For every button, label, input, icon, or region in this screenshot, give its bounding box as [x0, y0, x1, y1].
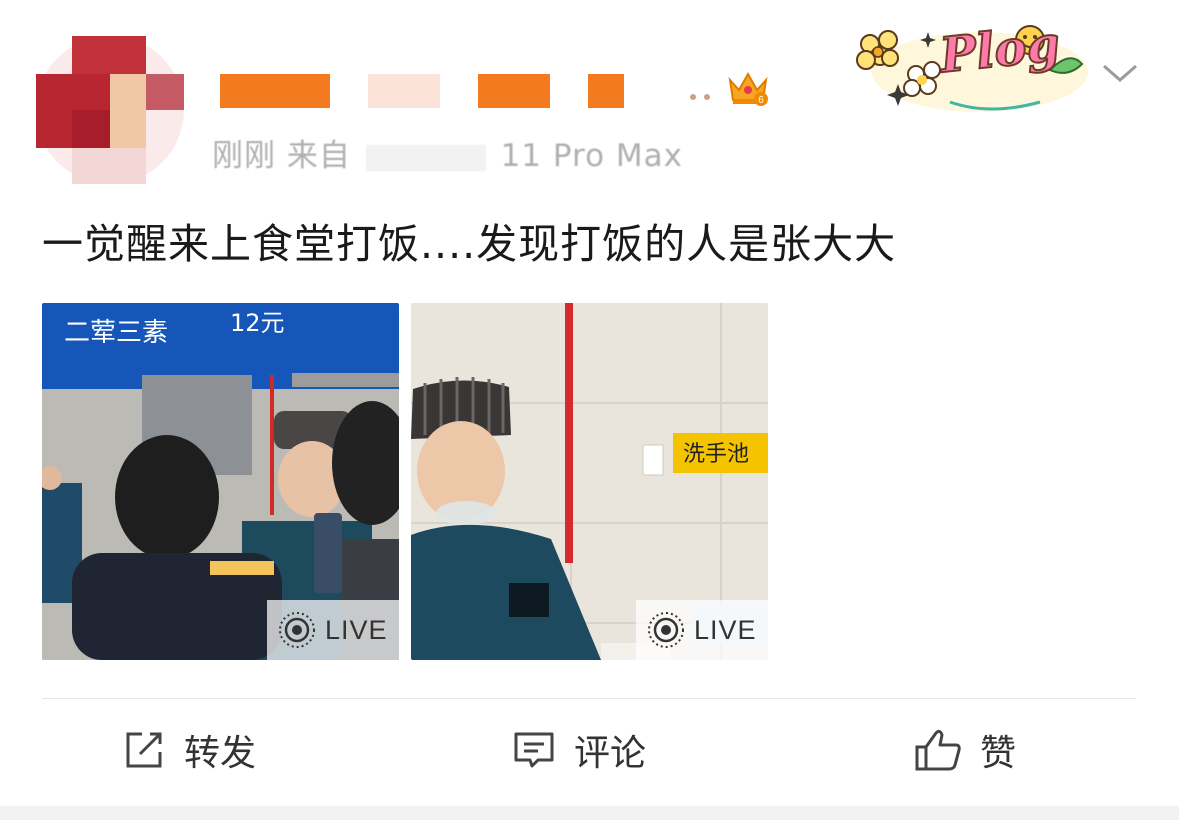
footer-band	[0, 806, 1179, 820]
dot	[690, 94, 696, 100]
avatar-pixel	[72, 36, 146, 74]
repost-label: 转发	[184, 733, 257, 774]
crown-level: 6	[758, 95, 764, 106]
avatar-pixel	[146, 74, 184, 110]
post-text: 一觉醒来上食堂打饭....发现打饭的人是张大大	[42, 220, 897, 268]
meta-redaction	[365, 144, 486, 171]
redaction-block	[588, 74, 624, 108]
photo-thumbnail[interactable]: 洗手池 LIVE	[411, 303, 768, 660]
live-badge[interactable]: LIVE	[636, 600, 768, 660]
live-label: LIVE	[325, 614, 388, 645]
dot	[704, 94, 710, 100]
meta-time-source: 刚刚 来自	[212, 138, 351, 174]
like-button[interactable]: 赞	[914, 722, 1016, 778]
comment-button[interactable]: 评论	[512, 722, 646, 778]
share-icon	[126, 732, 162, 768]
comment-icon	[514, 732, 554, 768]
thumbs-up-icon	[915, 729, 961, 771]
divider	[42, 698, 1136, 699]
redaction-block	[478, 74, 550, 108]
live-photo-icon	[648, 612, 684, 648]
photo-thumbnail[interactable]: 二荤三素 12元 LIVE	[42, 303, 399, 660]
like-label: 赞	[980, 733, 1017, 774]
sign-price: 12元	[230, 309, 285, 337]
post-meta: 刚刚 来自 11 Pro Max	[212, 130, 683, 175]
avatar-pixel	[110, 74, 146, 148]
avatar-pixel	[72, 148, 146, 184]
username-redacted[interactable]	[220, 70, 780, 112]
plog-badge: Plog	[850, 10, 1090, 114]
live-badge[interactable]: LIVE	[267, 600, 399, 660]
live-photo-icon	[279, 612, 315, 648]
repost-button[interactable]: 转发	[122, 722, 256, 778]
meta-device: 11 Pro Max	[500, 138, 684, 174]
chevron-down-icon[interactable]	[1100, 58, 1140, 88]
live-label: LIVE	[694, 614, 757, 645]
comment-label: 评论	[574, 733, 647, 774]
redaction-block	[220, 74, 330, 108]
weibo-post: 6 刚刚 来自 11 Pro Max Plog 一觉醒来上食堂打饭....发现打…	[0, 0, 1179, 820]
sign-text: 洗手池	[683, 442, 749, 467]
avatar[interactable]	[36, 36, 184, 184]
avatar-pixel	[72, 110, 110, 148]
redaction-block	[368, 74, 440, 108]
crown-icon[interactable]: 6	[727, 68, 769, 108]
sign-text: 二荤三素	[64, 318, 168, 348]
